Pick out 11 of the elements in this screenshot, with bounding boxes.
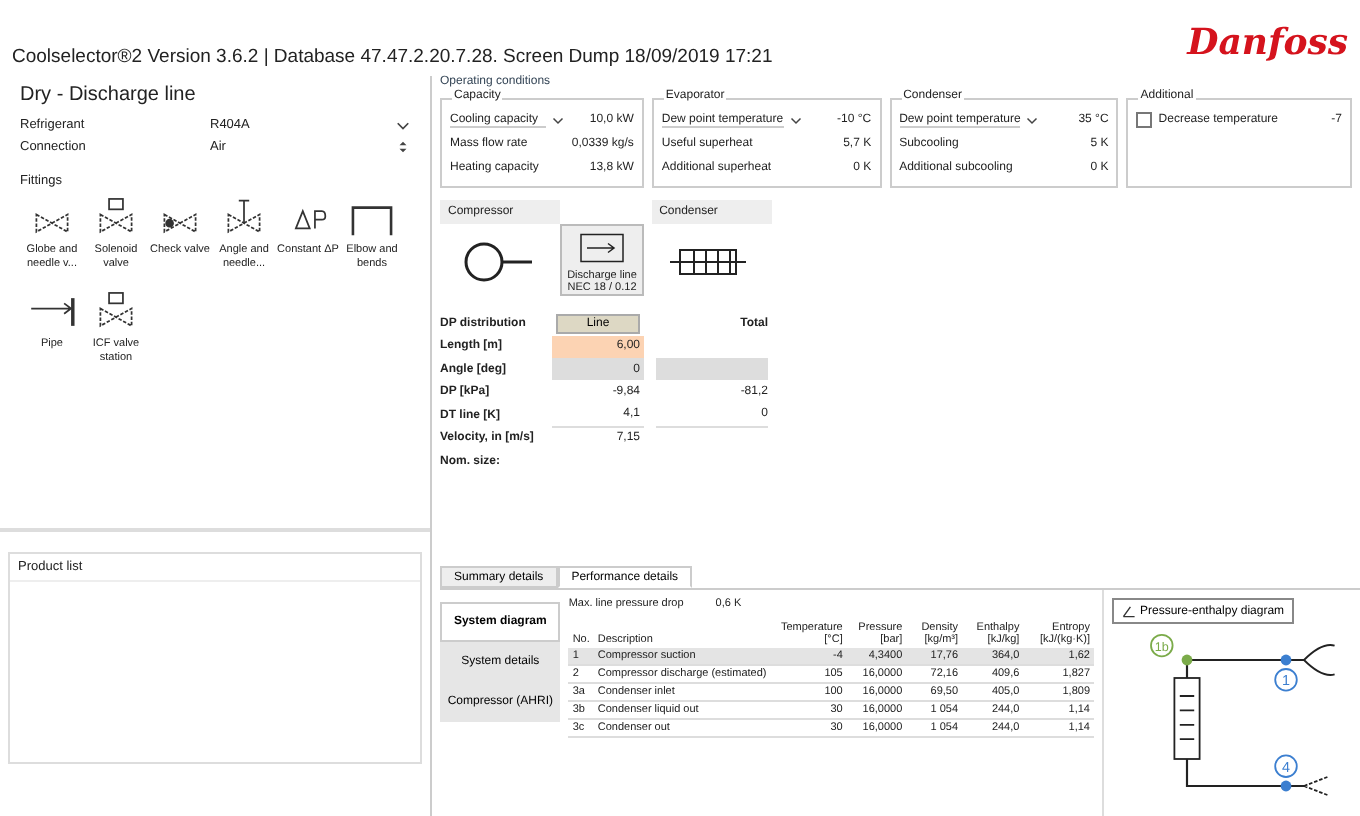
logo: Danfoss [1187, 21, 1348, 63]
window-title: Coolselector®2 Version 3.6.2 | Database 47.47.2.20.7.28. Screen Dump 18/09/2019 17:21 [12, 46, 773, 68]
chart-icon [1122, 604, 1136, 618]
spinner-icon [396, 140, 410, 154]
chevron-down-icon[interactable] [789, 114, 802, 126]
disabled-field [656, 358, 768, 381]
chevron-down-icon[interactable] [551, 114, 564, 126]
checkbox[interactable] [1136, 112, 1153, 128]
chevron-down-icon[interactable] [1026, 114, 1039, 126]
chevron-down-icon [396, 118, 410, 132]
line-title: Dry - Discharge line [20, 84, 198, 106]
